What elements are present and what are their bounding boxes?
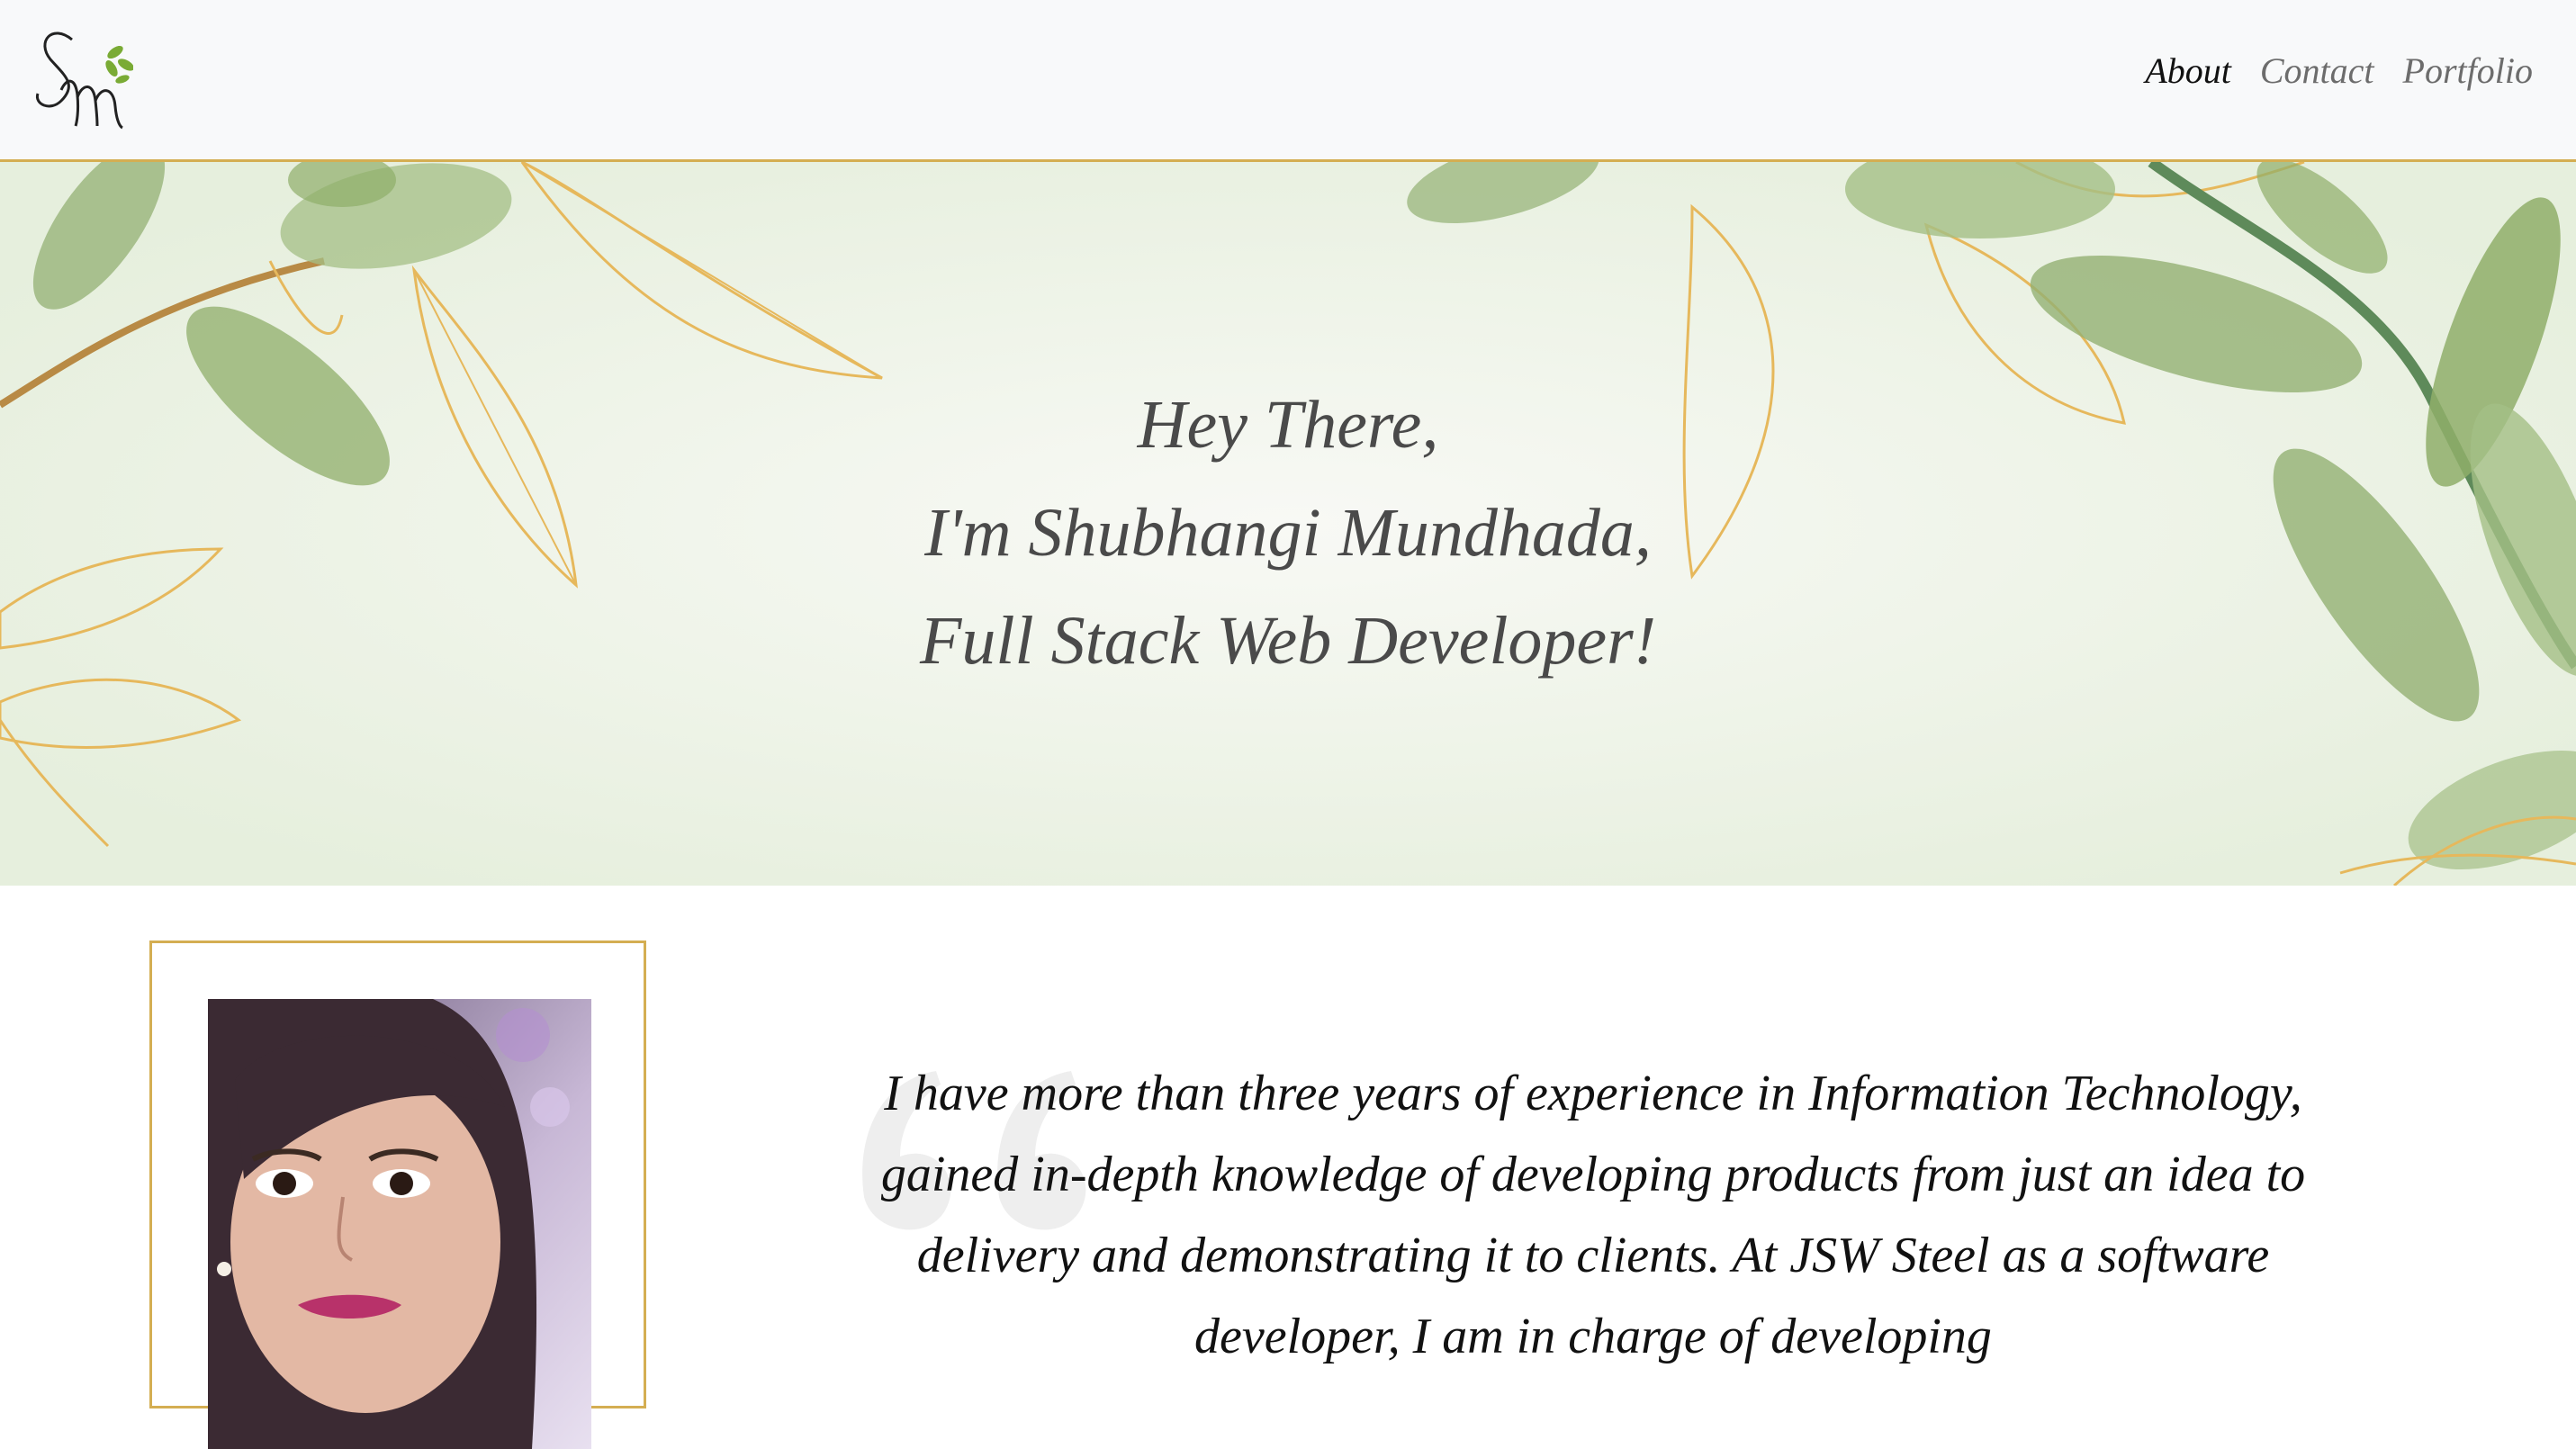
logo[interactable] [25,14,135,135]
hero-role: Full Stack Web Developer! [919,603,1657,679]
about-description: I have more than three years of experien… [880,1066,2306,1364]
nav-links: About Contact Portfolio [2145,50,2533,92]
profile-photo [208,999,591,1449]
nav-contact-link[interactable]: Contact [2260,50,2374,92]
navbar: About Contact Portfolio [0,0,2576,162]
hero-banner: Hey There, I'm Shubhangi Mundhada, Full … [0,162,2576,886]
nav-about-link[interactable]: About [2145,50,2231,92]
profile-photo-frame [149,940,646,1449]
hero-heading: Hey There, I'm Shubhangi Mundhada, Full … [0,371,2576,695]
hero-name: I'm Shubhangi Mundhada, [924,495,1652,571]
hero-greeting: Hey There, [1137,387,1439,463]
nav-portfolio-link[interactable]: Portfolio [2403,50,2533,92]
